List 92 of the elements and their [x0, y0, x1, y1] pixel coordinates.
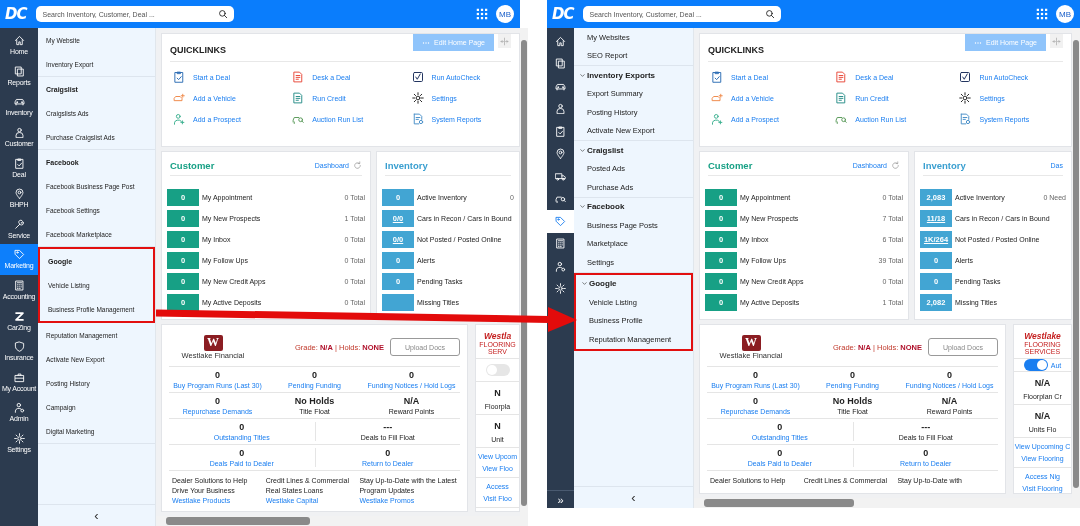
logo-text: Westlake [1024, 331, 1061, 341]
logo-text: Westla [483, 331, 512, 341]
person-gear-icon [555, 260, 566, 272]
card-title: Customer [170, 159, 216, 171]
avatar[interactable]: MB [496, 5, 514, 23]
person-plus-icon [711, 113, 723, 125]
card-title: Customer [708, 159, 754, 171]
logo[interactable]: DC [5, 5, 29, 23]
card-title: Inventory [385, 159, 429, 171]
home-icon [13, 35, 25, 47]
location-pin-icon [13, 188, 25, 200]
apps-grid-icon[interactable] [1036, 8, 1048, 20]
documents-icon [13, 65, 25, 77]
search-icon[interactable] [765, 9, 776, 19]
stat-value: --- [921, 422, 931, 432]
stat-value: N/A [941, 396, 958, 406]
calculator-icon [13, 280, 25, 292]
document-icon [292, 92, 305, 104]
z-logo-icon [13, 310, 25, 322]
stat-value: No Holds [294, 396, 335, 406]
chevron-down-icon [581, 280, 588, 288]
person-icon [555, 103, 566, 115]
document-gear-icon [959, 113, 972, 125]
person-icon [13, 127, 25, 139]
tag-icon [555, 215, 566, 227]
resize-handle[interactable] [1050, 34, 1063, 48]
resize-handle[interactable] [498, 34, 511, 48]
shield-icon [13, 341, 25, 353]
clipboard-check-icon [555, 125, 566, 137]
stat-value: 0 [215, 396, 220, 406]
briefcase-icon [13, 371, 25, 383]
stat-value: 0 [777, 448, 783, 458]
menu-heading[interactable]: Inventory Exports [574, 66, 693, 85]
stat-value: 0 [923, 448, 929, 458]
document-icon [835, 92, 848, 104]
location-pin-icon [555, 148, 566, 160]
stat-value: 0 [753, 370, 758, 380]
resize-handle-icon [1052, 36, 1061, 46]
menu-heading[interactable]: Google [576, 274, 691, 293]
logo-mark: W [203, 334, 223, 351]
stat-value: 0 [215, 370, 220, 380]
stat-value: N/A [1034, 378, 1051, 388]
avatar[interactable]: MB [1056, 5, 1074, 23]
stat-value: 0 [409, 370, 414, 380]
logo[interactable]: DC [552, 5, 576, 23]
stat-value: 0 [239, 422, 245, 432]
checkbox-icon [959, 71, 972, 83]
card-title: QUICKLINKS [170, 45, 226, 55]
card-title: Inventory [923, 159, 967, 171]
chevron-down-icon [579, 71, 586, 79]
logo-mark: W [741, 334, 761, 351]
document-icon [835, 71, 848, 83]
collapse-button[interactable]: ‹ [38, 504, 155, 526]
menu-heading[interactable]: Facebook [574, 197, 693, 216]
document-icon [292, 71, 305, 83]
stat-value: N/A [1034, 411, 1051, 421]
toggle-switch[interactable] [1023, 359, 1048, 371]
count-badge [382, 294, 414, 311]
resize-handle-icon [500, 36, 509, 46]
stat-value: --- [383, 422, 393, 432]
stat-value: 0 [947, 370, 952, 380]
stat-value: 0 [312, 370, 317, 380]
stat-value: N/A [403, 396, 420, 406]
stat-value: N [494, 388, 501, 398]
calculator-icon [555, 238, 566, 250]
stat-value: N [494, 421, 501, 431]
wrench-icon [13, 218, 25, 230]
chevron-down-icon [579, 146, 586, 154]
stat-value: 0 [385, 448, 391, 458]
documents-icon [555, 58, 566, 70]
document-gear-icon [411, 113, 424, 125]
person-plus-icon [173, 113, 185, 125]
clipboard-check-icon [13, 157, 25, 169]
menu-heading[interactable]: Craigslist [574, 141, 693, 160]
toggle-switch[interactable] [485, 364, 510, 376]
stat-value: 0 [239, 448, 245, 458]
stat-value: No Holds [832, 396, 873, 406]
person-gear-icon [13, 402, 25, 414]
collapse-button[interactable]: ‹ [574, 486, 693, 508]
clipboard-check-icon [173, 71, 185, 83]
tag-icon [13, 249, 25, 261]
truck-icon [555, 170, 566, 182]
home-icon [555, 35, 566, 47]
chevron-down-icon [579, 203, 586, 211]
stat-value: 0 [753, 396, 758, 406]
apps-grid-icon[interactable] [476, 8, 488, 20]
card-title: QUICKLINKS [708, 45, 764, 55]
search-icon[interactable] [218, 9, 229, 19]
clipboard-check-icon [711, 71, 723, 83]
stat-value: 0 [850, 370, 855, 380]
checkbox-icon [411, 71, 424, 83]
stat-value: 0 [777, 422, 783, 432]
